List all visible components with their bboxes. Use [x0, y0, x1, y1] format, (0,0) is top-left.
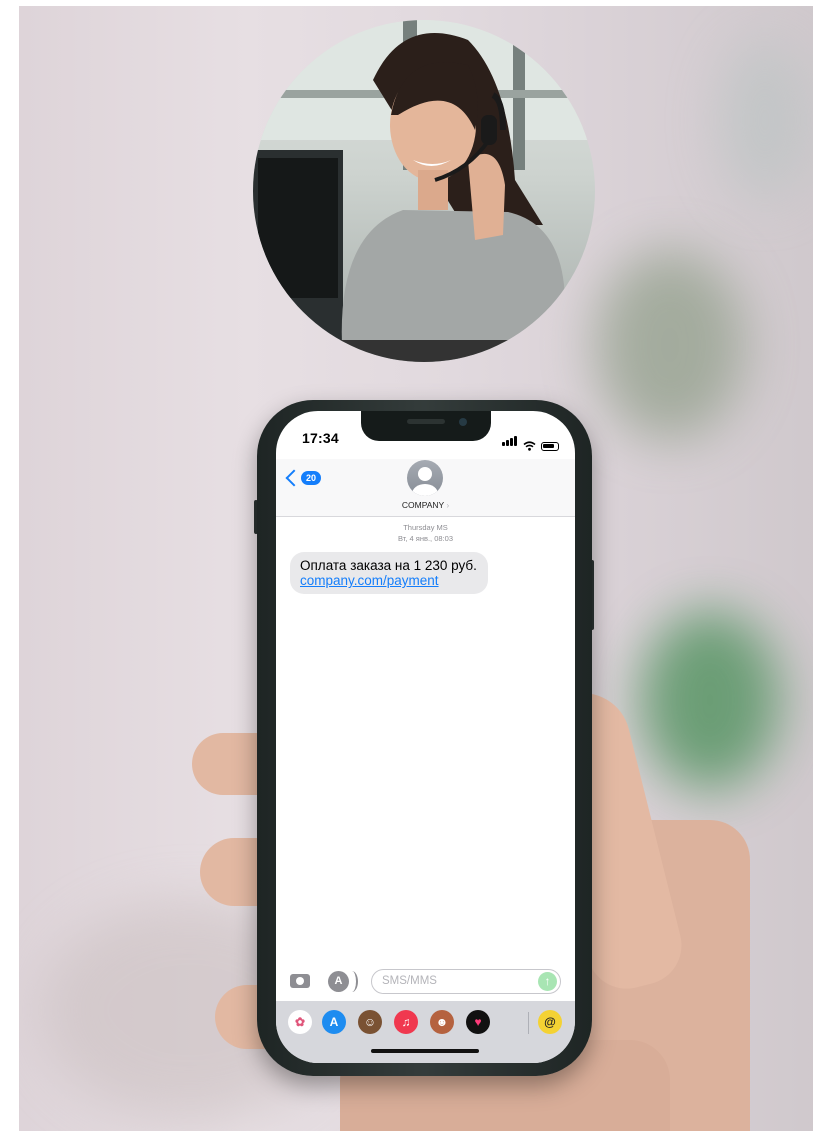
- background-window-blur: [720, 40, 810, 200]
- contact-name[interactable]: COMPANY ›: [276, 500, 575, 510]
- wifi-icon: [523, 441, 536, 451]
- camera-icon[interactable]: [290, 974, 310, 988]
- message-bubble: Оплата заказа на 1 230 руб. company.com/…: [290, 552, 488, 594]
- home-indicator: [371, 1049, 479, 1053]
- conversation-label: Thursday MS: [276, 523, 575, 532]
- phone-notch: [361, 411, 491, 441]
- apps-toggle-icon: [346, 971, 358, 992]
- earpiece-speaker: [407, 419, 445, 424]
- animoji-icon[interactable]: ☻: [430, 1010, 454, 1034]
- message-input-placeholder: SMS/MMS: [382, 975, 437, 987]
- status-icons: [502, 433, 559, 451]
- compose-bar: A SMS/MMS ↑: [276, 967, 575, 997]
- status-time: 17:34: [302, 430, 339, 446]
- back-button[interactable]: 20: [285, 469, 322, 487]
- digital-touch-icon[interactable]: ♥: [466, 1010, 490, 1034]
- message-text: Оплата заказа на 1 230 руб.: [300, 558, 477, 573]
- conversation-day: Thursday: [403, 523, 435, 532]
- support-operator-photo: [253, 20, 595, 362]
- chevron-right-icon: ›: [444, 501, 450, 510]
- conversation-header: 20 COMPANY ›: [276, 459, 575, 517]
- message-input[interactable]: SMS/MMS ↑: [371, 969, 561, 994]
- background-plant-blur: [595, 250, 745, 440]
- message-link[interactable]: company.com/payment: [300, 573, 477, 588]
- memoji-icon[interactable]: ☺: [358, 1010, 382, 1034]
- imessage-app-drawer: ✿ A ☺ ♫ ☻ ♥ @: [276, 1001, 575, 1063]
- person-icon: [418, 467, 432, 481]
- operator-illustration: [253, 20, 595, 362]
- phone-screen: 17:34 20 COMPANY › Thursday MS Вт, 4 янв…: [276, 411, 575, 1063]
- music-icon[interactable]: ♫: [394, 1010, 418, 1034]
- gif-icon[interactable]: @: [538, 1010, 562, 1034]
- photo-scene: 17:34 20 COMPANY › Thursday MS Вт, 4 янв…: [0, 0, 825, 1137]
- send-arrow-icon[interactable]: ↑: [538, 972, 557, 991]
- conversation-service: MS: [436, 523, 448, 532]
- unread-count-badge: 20: [301, 471, 322, 485]
- contact-avatar[interactable]: [407, 460, 443, 496]
- message-timestamp: Вт, 4 янв., 08:03: [398, 534, 453, 543]
- signal-icon: [502, 433, 518, 451]
- photos-icon[interactable]: ✿: [288, 1010, 312, 1034]
- background-plant-blur: [640, 610, 780, 790]
- front-camera: [459, 418, 467, 426]
- battery-icon: [541, 442, 559, 451]
- app-store-icon[interactable]: A: [322, 1010, 346, 1034]
- contact-name-text: COMPANY: [401, 500, 445, 510]
- tray-divider: [528, 1012, 529, 1034]
- chevron-left-icon: [285, 469, 303, 487]
